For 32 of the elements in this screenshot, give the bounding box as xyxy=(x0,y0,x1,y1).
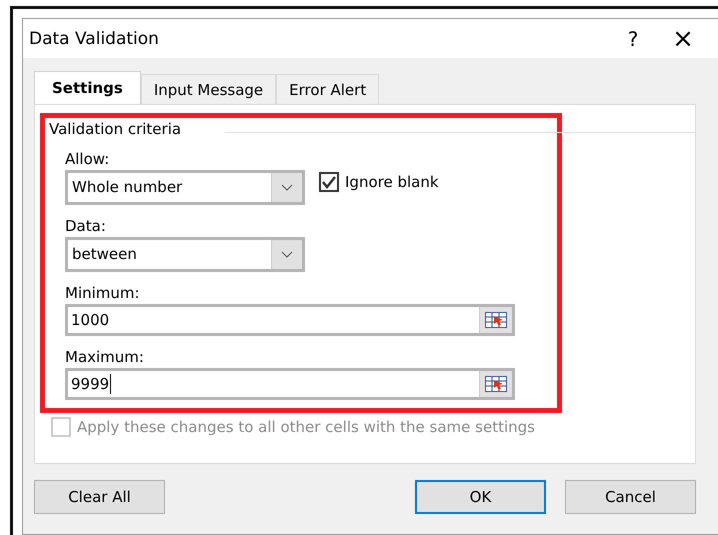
range-grid-icon xyxy=(485,376,507,392)
dialog-button[interactable]: OK xyxy=(415,480,546,514)
input-field[interactable]: 1000 xyxy=(65,304,515,336)
check-icon xyxy=(321,175,337,189)
checkbox[interactable] xyxy=(319,172,339,192)
window-title: Data Validation xyxy=(29,28,160,48)
range-select-button[interactable] xyxy=(479,371,512,397)
dropdown-value: between xyxy=(71,244,138,265)
tab[interactable]: Settings xyxy=(34,71,141,104)
dialog-button[interactable]: Clear All xyxy=(34,480,165,514)
field-label: Maximum: xyxy=(65,348,145,366)
dropdown[interactable]: Whole number xyxy=(65,170,305,205)
dropdown[interactable]: between xyxy=(65,237,305,272)
range-select-button[interactable] xyxy=(479,307,512,333)
input-field[interactable]: 9999 xyxy=(65,368,515,400)
tab[interactable]: Error Alert xyxy=(276,74,380,104)
field-label: Allow: xyxy=(65,150,110,168)
field-value: 1000 xyxy=(71,311,110,329)
help-button[interactable]: ? xyxy=(608,20,658,56)
tab[interactable]: Input Message xyxy=(140,74,276,104)
close-button[interactable]: × xyxy=(658,20,708,56)
chevron-down-icon xyxy=(281,184,293,192)
chevron-down-icon xyxy=(281,250,293,258)
range-grid-icon xyxy=(485,312,507,328)
checkbox-label: Apply these changes to all other cells with the same settings xyxy=(77,418,535,436)
checkbox-label: Ignore blank xyxy=(345,173,439,191)
dialog-button[interactable]: Cancel xyxy=(565,480,696,514)
group-title: Validation criteria xyxy=(49,120,182,138)
field-label: Data: xyxy=(65,217,107,235)
dropdown-value: Whole number xyxy=(71,177,184,198)
field-label: Minimum: xyxy=(65,284,141,302)
field-value: 9999 xyxy=(71,375,110,393)
